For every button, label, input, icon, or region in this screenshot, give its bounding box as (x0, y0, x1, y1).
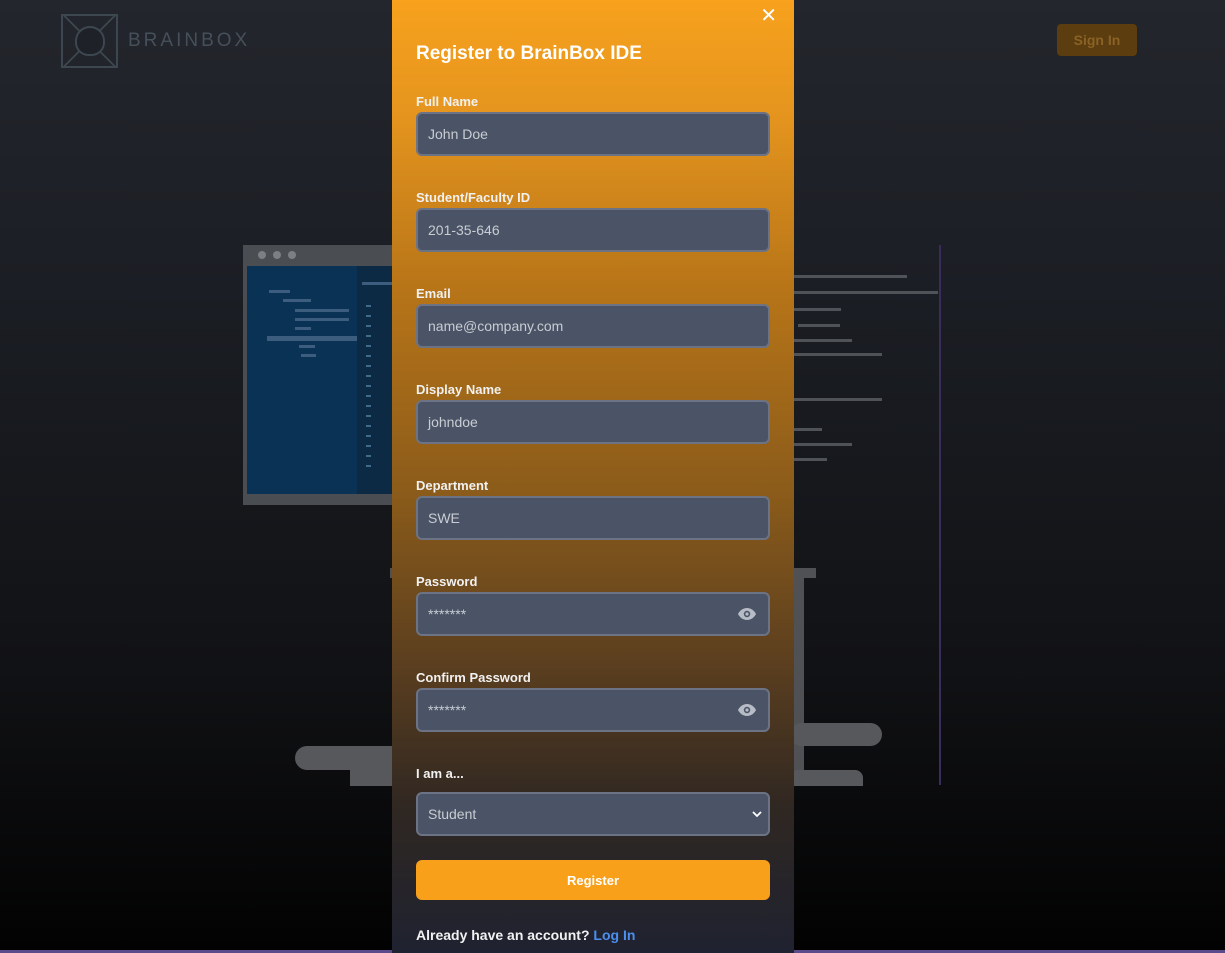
full-name-input[interactable]: John Doe (416, 112, 770, 156)
chevron-down-icon (752, 811, 762, 818)
modal-title: Register to BrainBox IDE (416, 43, 642, 64)
brand-name: BRAINBOX (128, 30, 251, 51)
confirm-password-group: Confirm Password ******* (416, 670, 770, 732)
close-icon[interactable]: ✕ (760, 6, 777, 26)
student-id-input[interactable]: 201-35-646 (416, 208, 770, 252)
confirm-password-input[interactable]: ******* (416, 688, 770, 732)
login-prompt: Already have an account? Log In (416, 927, 635, 943)
brand-logo[interactable]: BRAINBOX (61, 14, 250, 68)
role-selected-value: Student (428, 806, 477, 822)
display-name-group: Display Name johndoe (416, 382, 770, 444)
register-button[interactable]: Register (416, 860, 770, 900)
login-prompt-text: Already have an account? (416, 927, 590, 943)
login-link[interactable]: Log In (593, 927, 635, 943)
display-name-input[interactable]: johndoe (416, 400, 770, 444)
full-name-group: Full Name John Doe (416, 94, 770, 156)
department-input[interactable]: SWE (416, 496, 770, 540)
confirm-password-label: Confirm Password (416, 670, 531, 685)
password-group: Password ******* (416, 574, 770, 636)
student-id-label: Student/Faculty ID (416, 190, 531, 205)
department-label: Department (416, 478, 489, 493)
password-placeholder: ******* (428, 606, 467, 622)
department-group: Department SWE (416, 478, 770, 540)
brain-logo-icon (61, 14, 118, 68)
display-name-label: Display Name (416, 382, 502, 397)
password-label: Password (416, 574, 478, 589)
confirm-password-placeholder: ******* (428, 702, 467, 718)
role-group: I am a... Student (416, 766, 770, 836)
role-select[interactable]: Student (416, 792, 770, 836)
email-group: Email name@company.com (416, 286, 770, 348)
student-id-group: Student/Faculty ID 201-35-646 (416, 190, 770, 252)
sign-in-button[interactable]: Sign In (1057, 24, 1137, 56)
password-input[interactable]: ******* (416, 592, 770, 636)
eye-icon[interactable] (738, 608, 756, 620)
role-label: I am a... (416, 766, 464, 781)
register-modal: ✕ Register to BrainBox IDE Full Name Joh… (392, 0, 794, 953)
email-label: Email (416, 286, 451, 301)
email-input[interactable]: name@company.com (416, 304, 770, 348)
full-name-label: Full Name (416, 94, 479, 109)
eye-icon[interactable] (738, 704, 756, 716)
